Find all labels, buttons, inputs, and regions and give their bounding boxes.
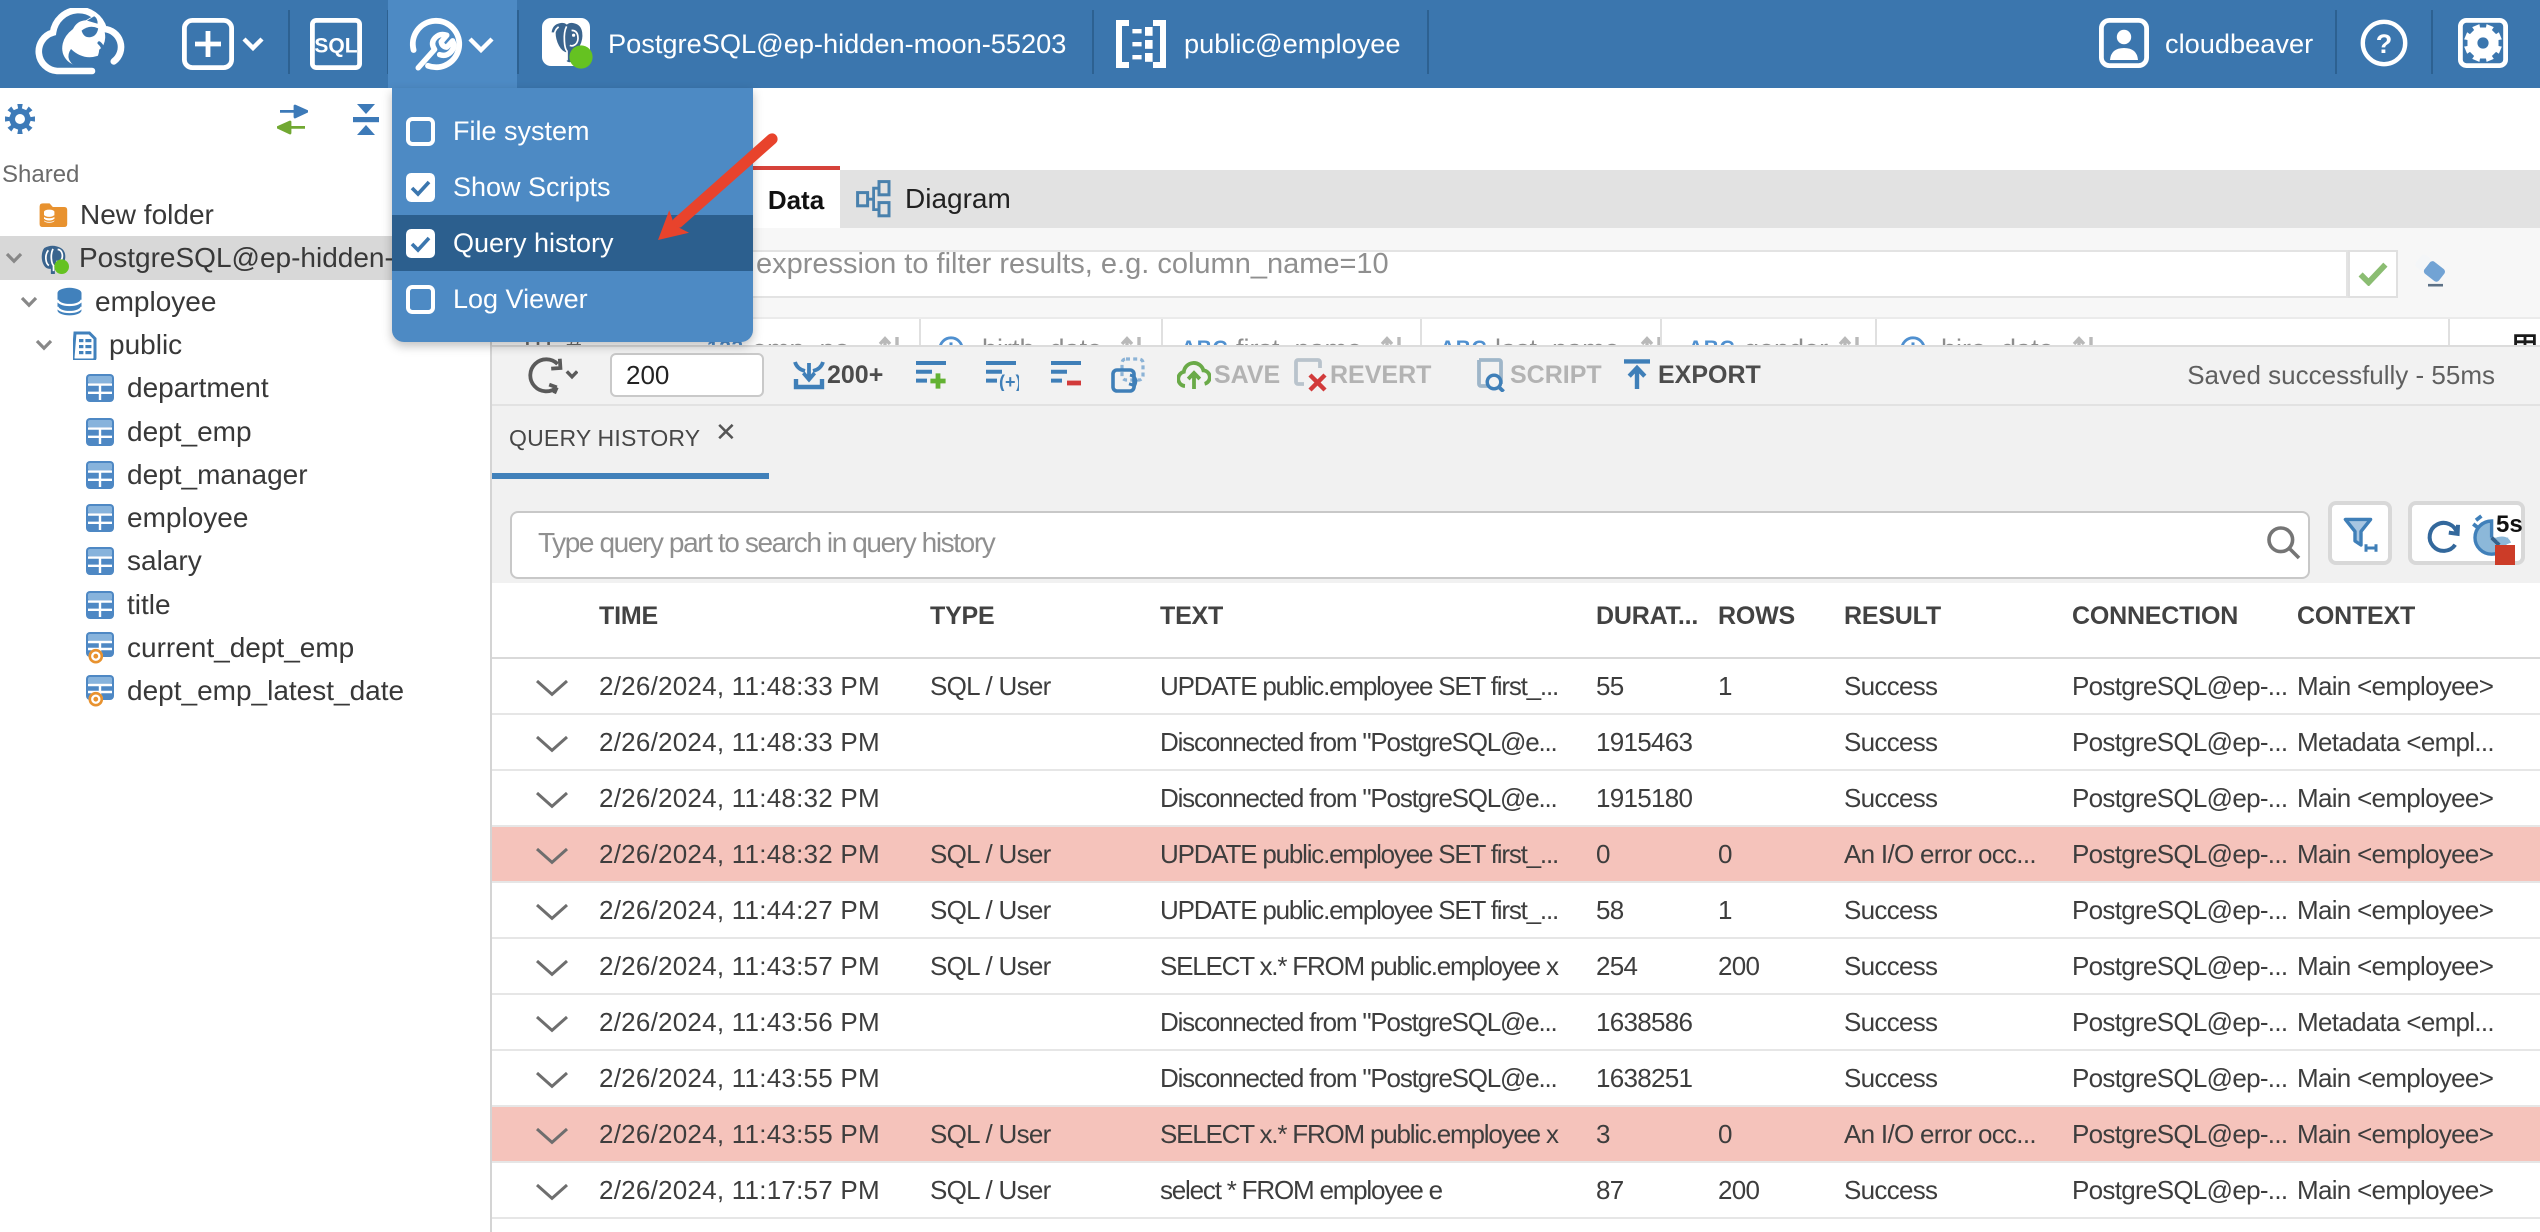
svg-text:?: ? <box>2376 29 2393 59</box>
svg-text:(+): (+) <box>999 372 1019 391</box>
svg-text:SQL: SQL <box>314 35 357 58</box>
